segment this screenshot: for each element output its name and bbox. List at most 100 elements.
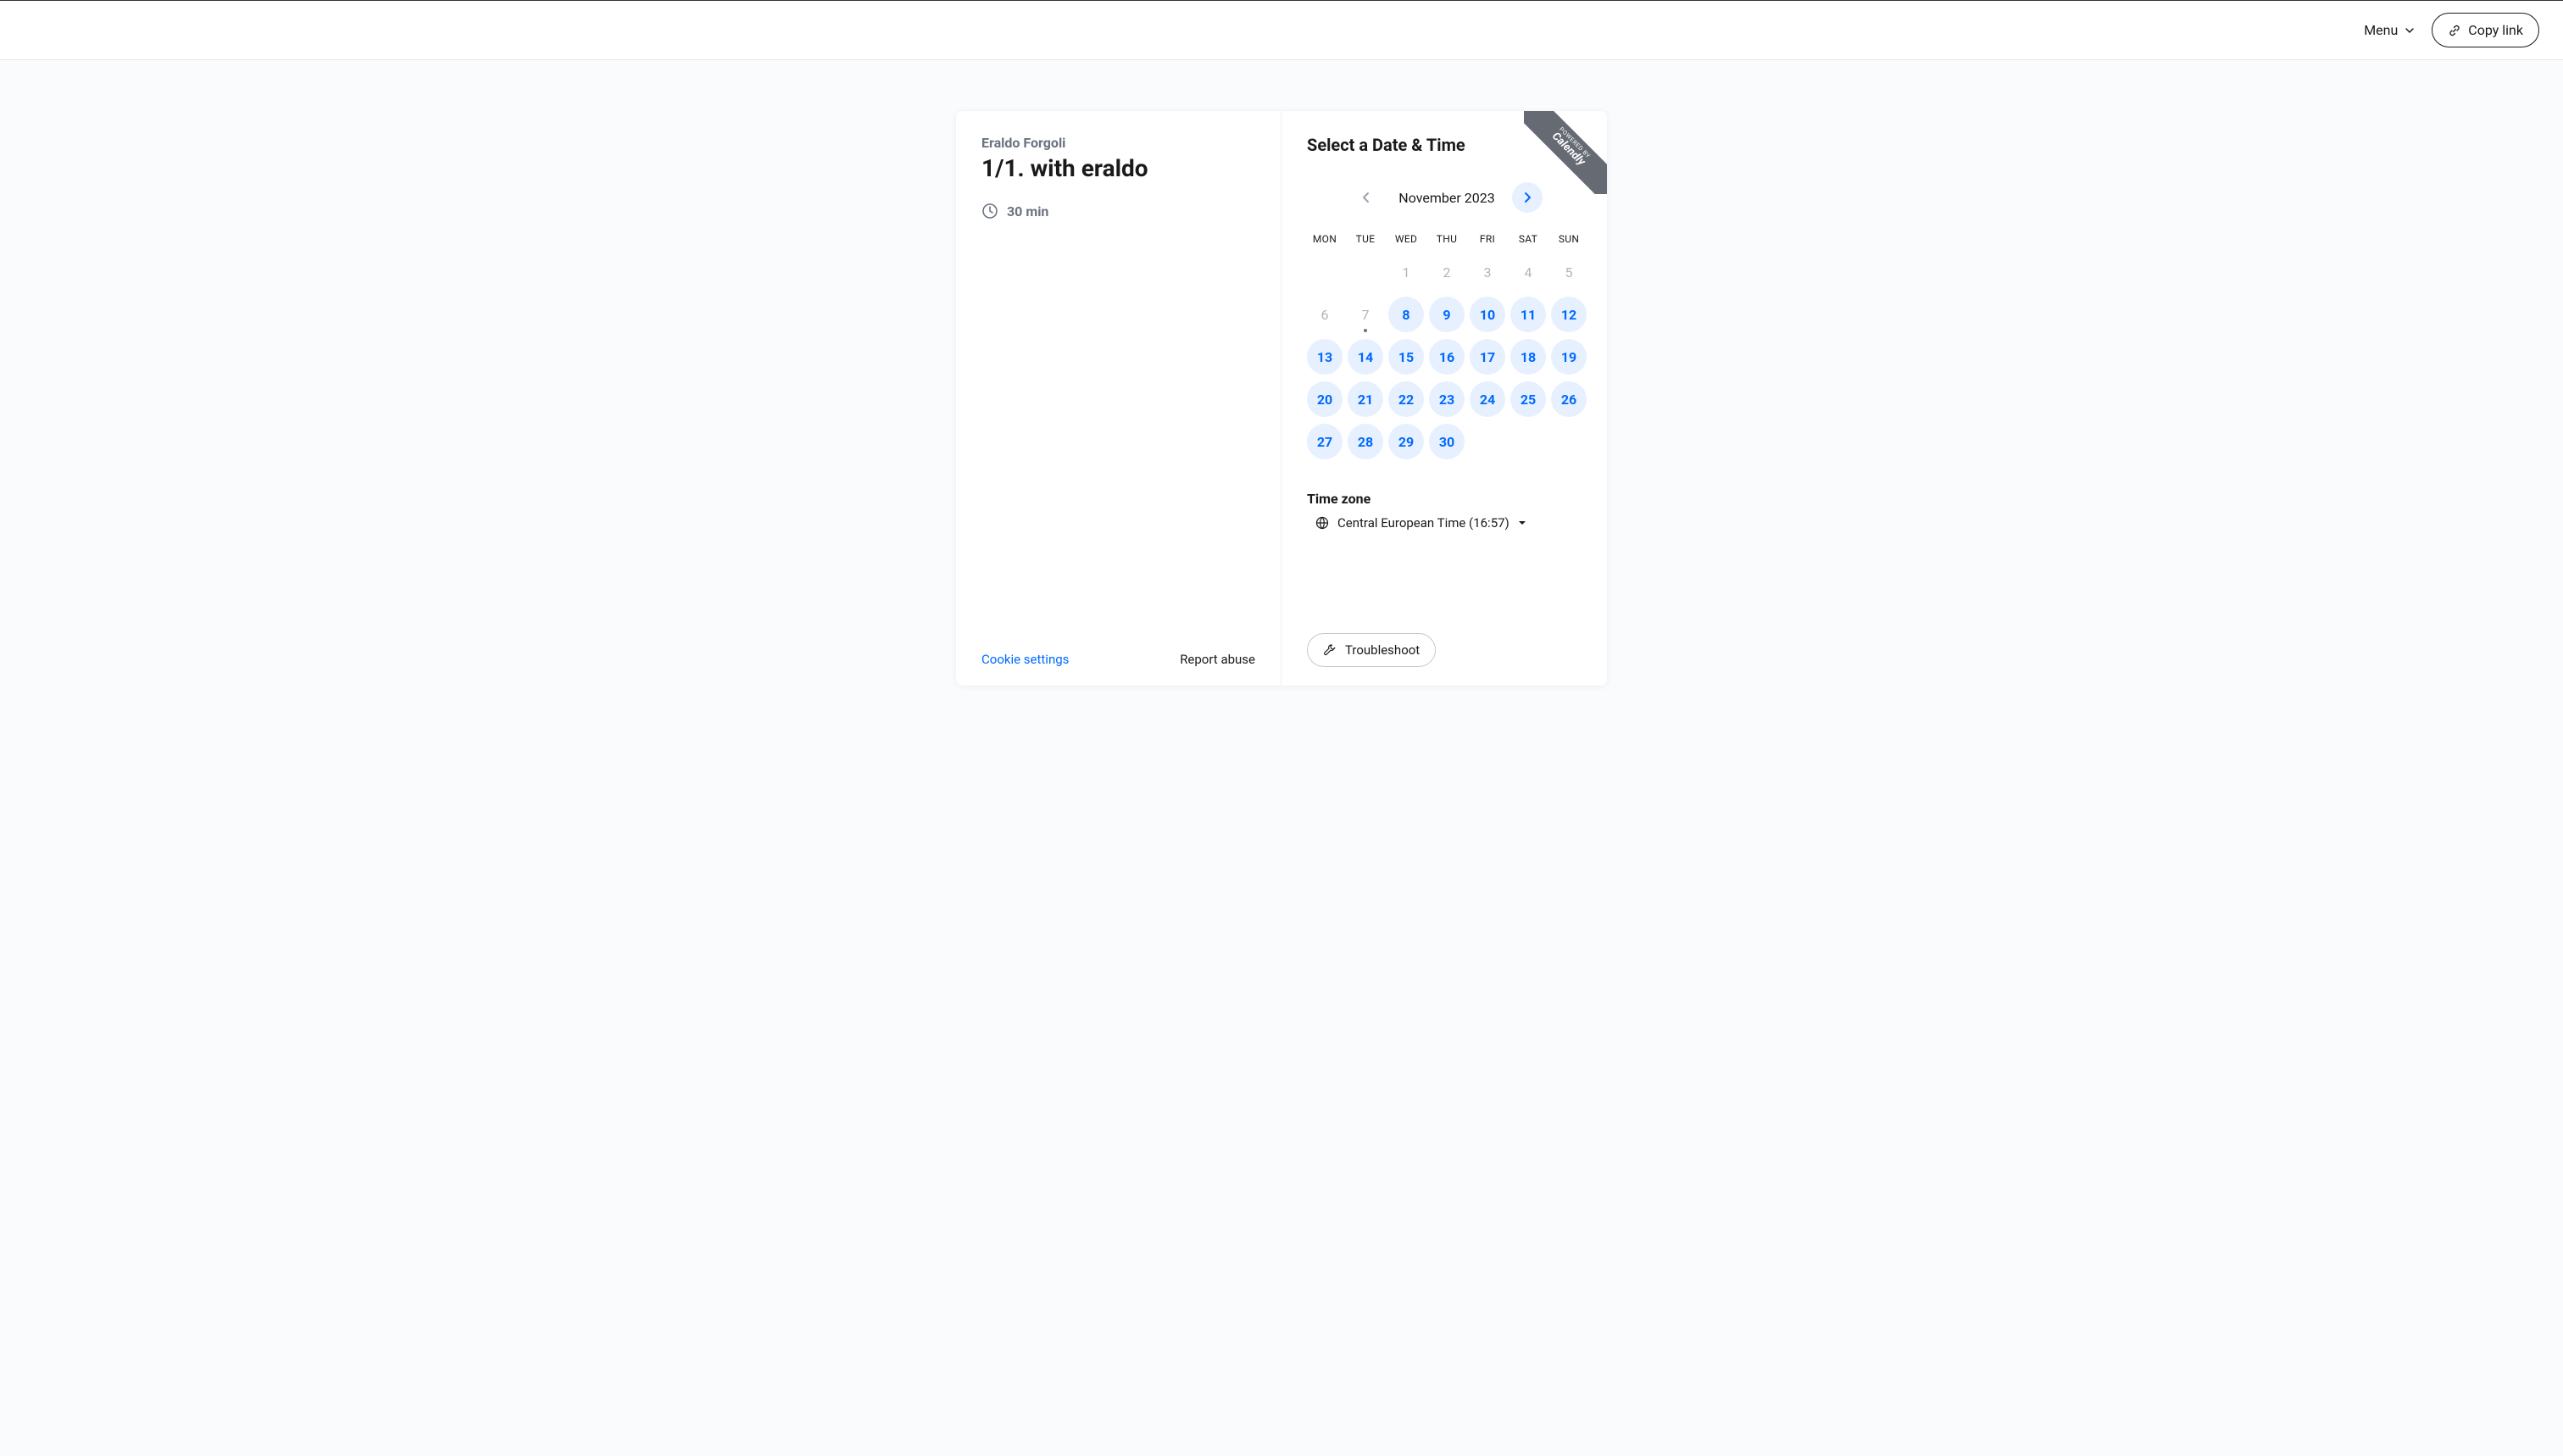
week-row: 27282930 <box>1307 423 1587 460</box>
day-disabled: 7 <box>1362 307 1370 323</box>
day-disabled: 6 <box>1321 307 1329 323</box>
globe-icon <box>1315 516 1329 530</box>
day-cell: 17 <box>1470 338 1505 375</box>
day-cell: 2 <box>1429 253 1465 291</box>
day-cell: 27 <box>1307 423 1343 460</box>
powered-by-calendly-ribbon[interactable]: POWERED BY Calendly <box>1524 111 1607 194</box>
day-cell <box>1470 423 1505 460</box>
day-disabled: 4 <box>1525 264 1532 281</box>
day-button[interactable]: 24 <box>1470 381 1505 417</box>
weekday-label: FRI <box>1470 228 1505 253</box>
timezone-picker[interactable]: Central European Time (16:57) <box>1307 515 1526 531</box>
week-row: 1 2 3 4 5 <box>1307 253 1587 291</box>
left-footer: Cookie settings Report abuse <box>981 652 1255 667</box>
day-button[interactable]: 12 <box>1551 297 1587 332</box>
day-cell: 16 <box>1429 338 1465 375</box>
day-cell: 14 <box>1348 338 1383 375</box>
day-cell: 10 <box>1470 296 1505 333</box>
troubleshoot-button[interactable]: Troubleshoot <box>1307 633 1436 667</box>
timezone-heading: Time zone <box>1307 491 1587 507</box>
week-row: 20212223242526 <box>1307 381 1587 418</box>
day-cell: 23 <box>1429 381 1465 418</box>
day-cell: 19 <box>1551 338 1587 375</box>
top-bar: Menu Copy link <box>0 0 2563 60</box>
day-cell: 4 <box>1510 253 1546 291</box>
day-disabled: 5 <box>1565 264 1573 281</box>
menu-label: Menu <box>2364 22 2398 38</box>
day-button[interactable]: 16 <box>1429 339 1465 375</box>
day-cell: 30 <box>1429 423 1465 460</box>
day-button[interactable]: 23 <box>1429 381 1465 417</box>
day-button[interactable]: 13 <box>1307 339 1343 375</box>
week-row: 6 7 89101112 <box>1307 296 1587 333</box>
day-cell: 15 <box>1388 338 1424 375</box>
day-button[interactable]: 27 <box>1307 424 1343 459</box>
ribbon-calendly: Calendly <box>1524 111 1607 194</box>
day-disabled: 3 <box>1484 264 1492 281</box>
day-button[interactable]: 18 <box>1510 339 1546 375</box>
calendar-panel: Select a Date & Time November 2023 MON T… <box>1282 111 1607 686</box>
organizer-name: Eraldo Forgoli <box>981 135 1255 151</box>
day-button[interactable]: 10 <box>1470 297 1505 332</box>
weekday-label: WED <box>1388 228 1424 253</box>
day-button[interactable]: 25 <box>1510 381 1546 417</box>
copy-link-label: Copy link <box>2468 22 2523 38</box>
troubleshoot-label: Troubleshoot <box>1345 642 1420 658</box>
day-button[interactable]: 20 <box>1307 381 1343 417</box>
duration-text: 30 min <box>1007 203 1048 220</box>
link-icon <box>2448 24 2461 37</box>
timezone-selected: Central European Time (16:57) <box>1337 515 1509 531</box>
day-cell: 24 <box>1470 381 1505 418</box>
day-cell <box>1510 423 1546 460</box>
copy-link-button[interactable]: Copy link <box>2432 13 2539 47</box>
day-button[interactable]: 28 <box>1348 424 1383 459</box>
day-button[interactable]: 26 <box>1551 381 1587 417</box>
day-cell: 9 <box>1429 296 1465 333</box>
weekday-row: MON TUE WED THU FRI SAT SUN <box>1307 228 1587 253</box>
day-button[interactable]: 21 <box>1348 381 1383 417</box>
day-cell: 13 <box>1307 338 1343 375</box>
day-button[interactable]: 17 <box>1470 339 1505 375</box>
wrench-icon <box>1323 643 1337 657</box>
day-button[interactable]: 19 <box>1551 339 1587 375</box>
day-cell: 6 <box>1307 296 1343 333</box>
menu-dropdown[interactable]: Menu <box>2364 22 2415 38</box>
day-disabled: 2 <box>1443 264 1451 281</box>
day-button[interactable]: 11 <box>1510 297 1546 332</box>
day-button[interactable]: 9 <box>1429 297 1465 332</box>
day-button[interactable]: 30 <box>1429 424 1465 459</box>
week-row: 13141516171819 <box>1307 338 1587 375</box>
day-button[interactable]: 15 <box>1388 339 1424 375</box>
weekday-label: THU <box>1429 228 1465 253</box>
page-wrap: Eraldo Forgoli 1/1. with eraldo 30 min C… <box>0 60 2563 720</box>
day-button[interactable]: 22 <box>1388 381 1424 417</box>
day-cell: 28 <box>1348 423 1383 460</box>
day-cell: 29 <box>1388 423 1424 460</box>
day-cell: 18 <box>1510 338 1546 375</box>
duration-row: 30 min <box>981 203 1255 220</box>
cookie-settings-link[interactable]: Cookie settings <box>981 652 1069 667</box>
event-title: 1/1. with eraldo <box>981 154 1255 182</box>
day-button[interactable]: 29 <box>1388 424 1424 459</box>
prev-month-button[interactable] <box>1351 182 1382 213</box>
day-cell: 26 <box>1551 381 1587 418</box>
booking-card: Eraldo Forgoli 1/1. with eraldo 30 min C… <box>956 111 1607 686</box>
day-cell: 3 <box>1470 253 1505 291</box>
current-month-label: November 2023 <box>1398 190 1494 206</box>
day-cell <box>1551 423 1587 460</box>
day-cell: 21 <box>1348 381 1383 418</box>
weekday-label: TUE <box>1348 228 1383 253</box>
day-button[interactable]: 8 <box>1388 297 1424 332</box>
timezone-section: Time zone Central European Time (16:57) <box>1307 491 1587 531</box>
chevron-left-icon <box>1360 192 1372 203</box>
day-cell: 25 <box>1510 381 1546 418</box>
day-cell <box>1307 253 1343 291</box>
day-cell: 22 <box>1388 381 1424 418</box>
weekday-label: SUN <box>1551 228 1587 253</box>
day-cell: 5 <box>1551 253 1587 291</box>
day-cell: 7 <box>1348 296 1383 333</box>
day-button[interactable]: 14 <box>1348 339 1383 375</box>
day-disabled: 1 <box>1403 264 1410 281</box>
report-abuse-link[interactable]: Report abuse <box>1180 652 1255 667</box>
weekday-label: SAT <box>1510 228 1546 253</box>
